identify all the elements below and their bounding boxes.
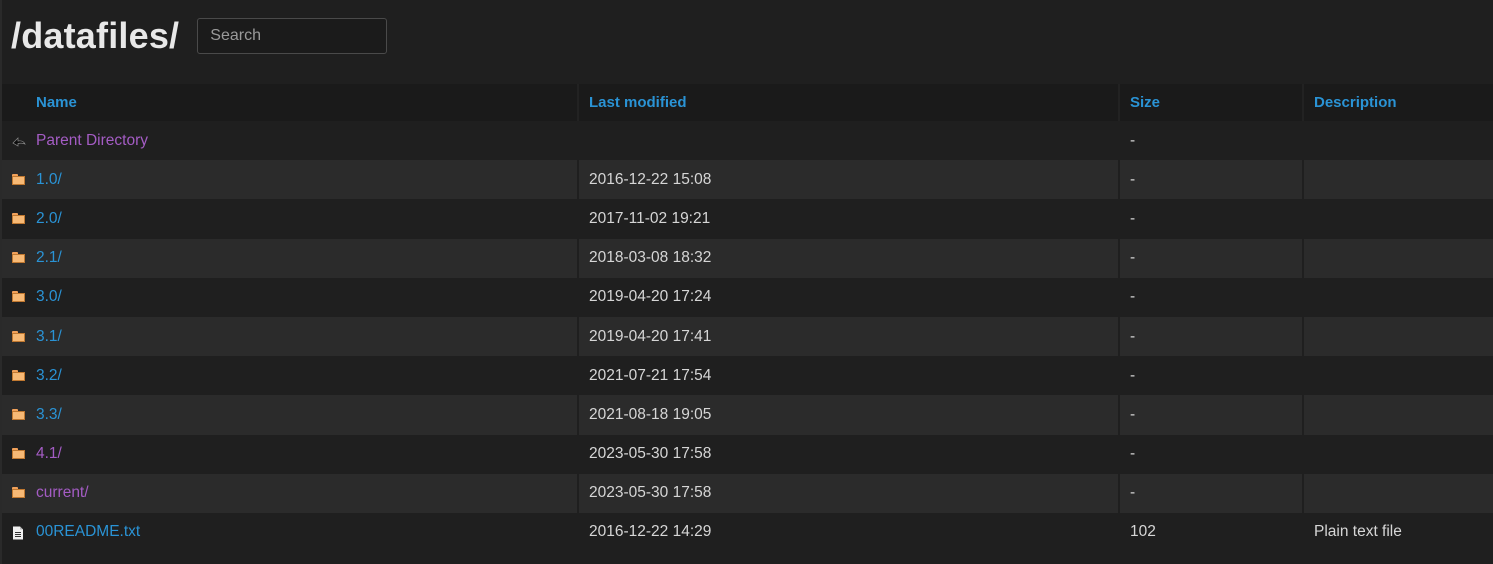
description-cell bbox=[1303, 160, 1493, 200]
size-cell: - bbox=[1119, 121, 1304, 161]
folder-icon bbox=[12, 173, 26, 186]
last-modified-cell: 2016-12-22 15:08 bbox=[578, 160, 1120, 200]
name-cell: 3.2/ bbox=[2, 356, 579, 396]
last-modified-cell bbox=[578, 121, 1120, 161]
name-cell: 2.0/ bbox=[2, 199, 579, 239]
table-row: 3.1/2019-04-20 17:41- bbox=[2, 316, 1493, 357]
sort-by-description-link[interactable]: Description bbox=[1314, 94, 1397, 111]
folder-icon bbox=[12, 330, 26, 343]
directory-listing-page: /datafiles/ Name Last modified Size Desc… bbox=[0, 0, 1493, 564]
table-row: 3.0/2019-04-20 17:24- bbox=[2, 277, 1493, 317]
back-icon bbox=[12, 135, 26, 147]
folder-icon bbox=[12, 212, 26, 225]
name-cell: 00README.txt bbox=[2, 512, 579, 553]
description-cell bbox=[1303, 277, 1493, 317]
column-header-size[interactable]: Size bbox=[1119, 84, 1304, 121]
folder-icon bbox=[12, 369, 26, 382]
description-cell bbox=[1303, 238, 1493, 278]
folder-icon bbox=[12, 252, 26, 264]
text-file-icon bbox=[12, 526, 26, 540]
last-modified-cell: 2018-03-08 18:32 bbox=[578, 238, 1120, 278]
entry-link[interactable]: Parent Directory bbox=[36, 132, 148, 150]
last-modified-cell: 2021-08-18 19:05 bbox=[578, 395, 1120, 435]
sort-by-name-link[interactable]: Name bbox=[36, 94, 77, 111]
name-cell: current/ bbox=[2, 473, 579, 513]
description-cell bbox=[1303, 434, 1493, 474]
size-cell: - bbox=[1119, 316, 1304, 357]
description-cell bbox=[1303, 473, 1493, 513]
name-cell: 2.1/ bbox=[2, 238, 579, 278]
last-modified-cell: 2023-05-30 17:58 bbox=[578, 434, 1120, 474]
last-modified-cell: 2016-12-22 14:29 bbox=[578, 512, 1120, 553]
search-input[interactable] bbox=[197, 18, 388, 54]
size-cell: - bbox=[1119, 356, 1304, 396]
last-modified-cell: 2021-07-21 17:54 bbox=[578, 356, 1120, 396]
file-table-body: Parent Directory -1.0/2016-12-22 15:08-2.… bbox=[2, 121, 1493, 553]
name-cell: 3.3/ bbox=[2, 395, 579, 435]
entry-link[interactable]: 2.0/ bbox=[36, 210, 62, 228]
page-header: /datafiles/ bbox=[2, 0, 1493, 84]
size-cell: - bbox=[1119, 434, 1304, 474]
size-cell: - bbox=[1119, 473, 1304, 513]
size-cell: - bbox=[1119, 199, 1304, 239]
name-cell: Parent Directory bbox=[2, 121, 579, 161]
last-modified-cell: 2019-04-20 17:41 bbox=[578, 316, 1120, 357]
page-title: /datafiles/ bbox=[11, 15, 180, 56]
file-table: Name Last modified Size Description Pare… bbox=[2, 84, 1493, 553]
last-modified-cell: 2023-05-30 17:58 bbox=[578, 473, 1120, 513]
table-row: 3.2/2021-07-21 17:54- bbox=[2, 356, 1493, 396]
name-cell: 4.1/ bbox=[2, 434, 579, 474]
table-row: 00README.txt 2016-12-22 14:29 102 Plain tex… bbox=[2, 512, 1493, 553]
description-cell bbox=[1303, 395, 1493, 435]
description-cell bbox=[1303, 199, 1493, 239]
last-modified-cell: 2019-04-20 17:24 bbox=[578, 277, 1120, 317]
size-cell: - bbox=[1119, 277, 1304, 317]
sort-by-size-link[interactable]: Size bbox=[1130, 94, 1160, 111]
size-cell: 102 bbox=[1119, 512, 1304, 553]
entry-link[interactable]: 3.2/ bbox=[36, 367, 62, 385]
table-row: 4.1/2023-05-30 17:58- bbox=[2, 434, 1493, 474]
entry-link[interactable]: 1.0/ bbox=[36, 171, 62, 189]
folder-icon bbox=[12, 291, 26, 303]
description-cell: Plain text file bbox=[1303, 512, 1493, 553]
sort-by-modified-link[interactable]: Last modified bbox=[589, 94, 687, 111]
size-cell: - bbox=[1119, 395, 1304, 435]
size-cell: - bbox=[1119, 238, 1304, 278]
column-header-last-modified[interactable]: Last modified bbox=[578, 84, 1120, 121]
description-cell bbox=[1303, 316, 1493, 357]
entry-link[interactable]: current/ bbox=[36, 484, 89, 502]
column-header-description[interactable]: Description bbox=[1303, 84, 1493, 121]
column-header-name[interactable]: Name bbox=[2, 84, 579, 121]
name-cell: 3.1/ bbox=[2, 316, 579, 357]
entry-link[interactable]: 2.1/ bbox=[36, 249, 62, 267]
last-modified-cell: 2017-11-02 19:21 bbox=[578, 199, 1120, 239]
entry-link[interactable]: 3.0/ bbox=[36, 288, 62, 306]
table-row: Parent Directory - bbox=[2, 121, 1493, 161]
table-row: 1.0/2016-12-22 15:08- bbox=[2, 160, 1493, 200]
entry-link[interactable]: 4.1/ bbox=[36, 445, 62, 463]
description-cell bbox=[1303, 121, 1493, 161]
name-cell: 1.0/ bbox=[2, 160, 579, 200]
folder-icon bbox=[12, 408, 26, 421]
folder-icon bbox=[12, 448, 26, 460]
name-cell: 3.0/ bbox=[2, 277, 579, 317]
table-row: 2.1/2018-03-08 18:32- bbox=[2, 238, 1493, 278]
table-header-row: Name Last modified Size Description bbox=[2, 84, 1493, 121]
entry-link[interactable]: 3.3/ bbox=[36, 406, 62, 424]
table-row: 3.3/2021-08-18 19:05- bbox=[2, 395, 1493, 435]
description-cell bbox=[1303, 356, 1493, 396]
entry-link[interactable]: 00README.txt bbox=[36, 523, 140, 541]
folder-icon bbox=[12, 487, 26, 499]
entry-link[interactable]: 3.1/ bbox=[36, 328, 62, 346]
table-row: current/2023-05-30 17:58- bbox=[2, 473, 1493, 513]
table-row: 2.0/2017-11-02 19:21- bbox=[2, 199, 1493, 239]
size-cell: - bbox=[1119, 160, 1304, 200]
